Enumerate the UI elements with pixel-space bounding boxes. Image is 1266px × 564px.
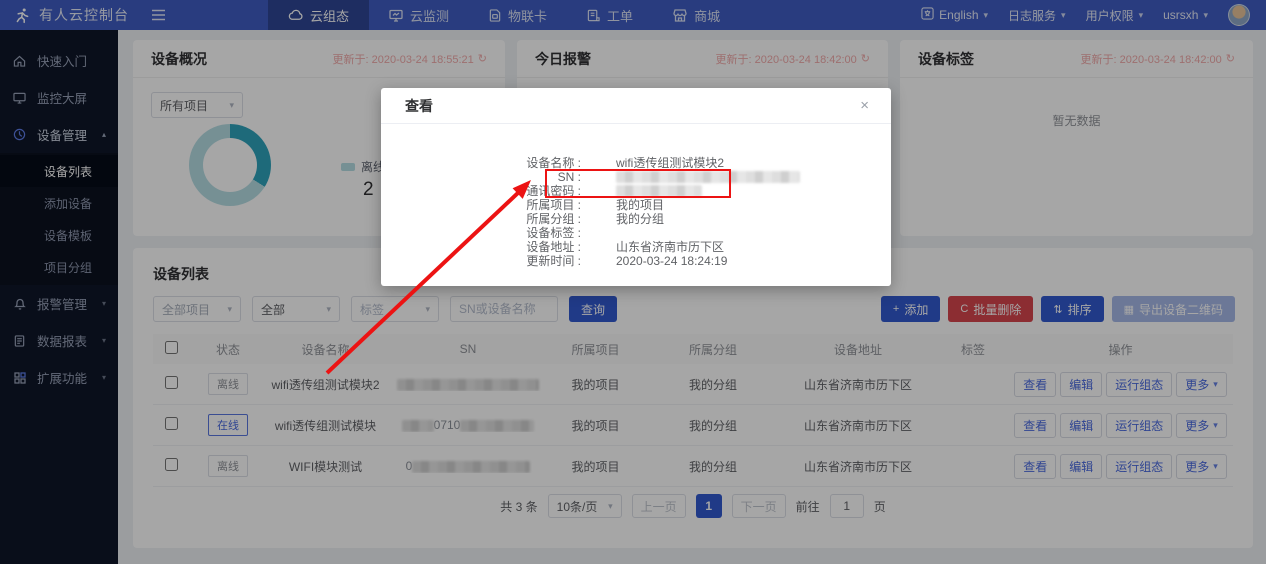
field-value: 山东省济南市历下区 [616,240,724,254]
field-value: 我的分组 [616,212,664,226]
field-label: 设备名称 : [381,156,581,170]
field-value: wifi透传组测试模块2 [616,156,724,170]
field-label: 设备标签 : [381,226,581,240]
field-row: 设备名称 : wifi透传组测试模块2 [381,156,891,170]
field-row: 设备标签 : [381,226,891,240]
field-row: 更新时间 : 2020-03-24 18:24:19 [381,254,891,268]
field-row: 所属项目 : 我的项目 [381,198,891,212]
field-label: 更新时间 : [381,254,581,268]
modal-header: 查看 × [381,88,891,124]
device-detail-fields: 设备名称 : wifi透传组测试模块2 SN : 通讯密码 : 所属项目 : 我… [381,156,891,268]
close-icon[interactable]: × [860,98,869,113]
field-value: 我的项目 [616,198,664,212]
field-label: 通讯密码 : [381,184,581,198]
field-row: 所属分组 : 我的分组 [381,212,891,226]
field-row: 设备地址 : 山东省济南市历下区 [381,240,891,254]
field-row-sn: SN : [381,170,891,184]
modal-title: 查看 [405,96,433,116]
field-value: 2020-03-24 18:24:19 [616,254,727,268]
field-label: 设备地址 : [381,240,581,254]
field-value-masked [616,185,702,197]
field-label: 所属分组 : [381,212,581,226]
view-device-modal: 查看 × 设备名称 : wifi透传组测试模块2 SN : 通讯密码 : 所属项… [381,88,891,286]
field-label: SN : [381,170,581,184]
field-value-masked [616,171,800,183]
field-label: 所属项目 : [381,198,581,212]
field-row-password: 通讯密码 : [381,184,891,198]
